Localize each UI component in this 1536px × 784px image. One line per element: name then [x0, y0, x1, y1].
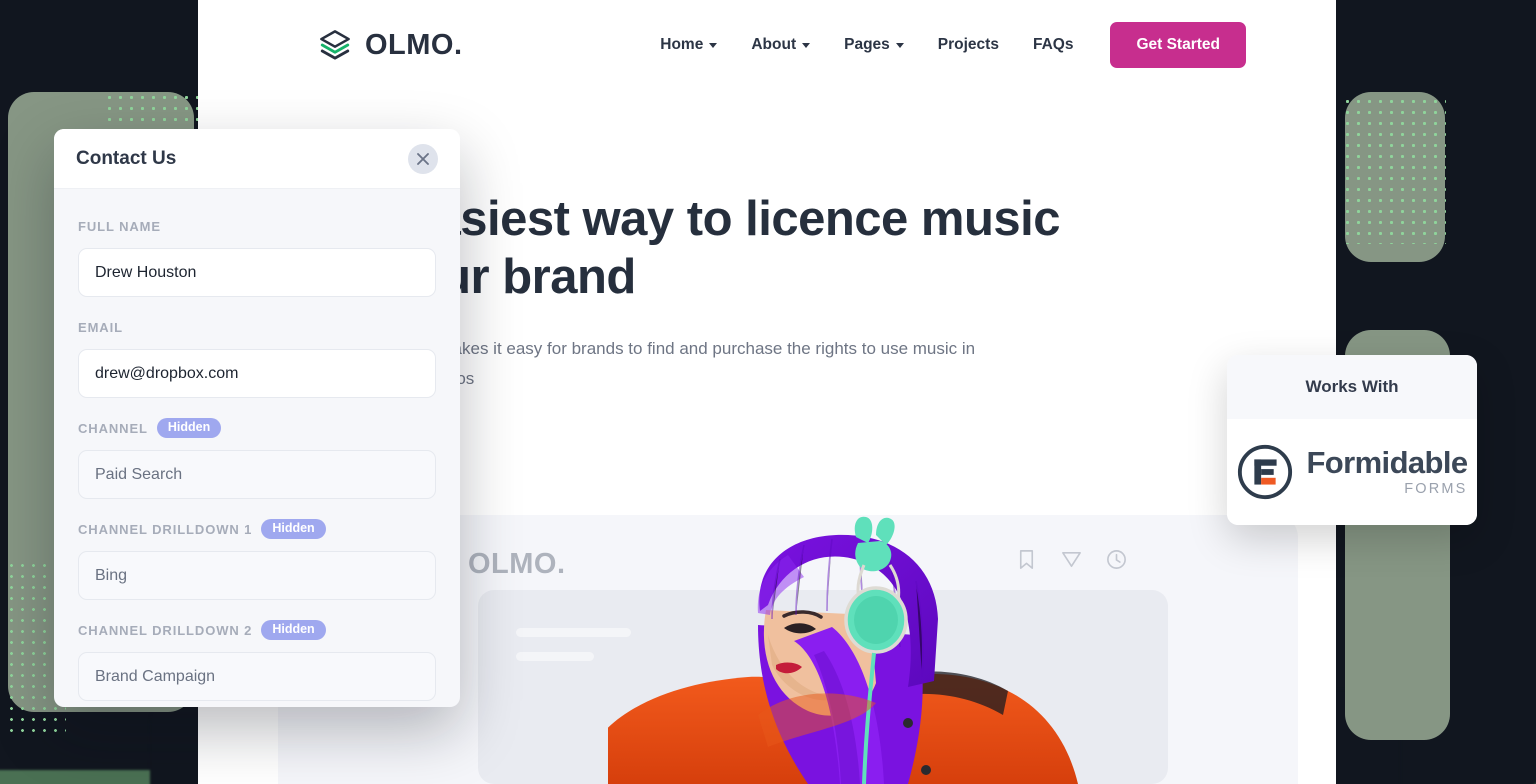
- hidden-badge: Hidden: [261, 619, 326, 641]
- field-full-name: FULL NAME: [78, 215, 436, 297]
- nav-label: FAQs: [1032, 36, 1074, 53]
- dot-pattern-top-right: [1342, 96, 1446, 244]
- nav-label: Pages: [844, 36, 890, 53]
- field-label-row: EMAIL: [78, 316, 436, 338]
- nav-label: Home: [660, 36, 704, 53]
- brand-name: OLMO.: [365, 28, 463, 61]
- formidable-wordmark: Formidable FORMS: [1306, 445, 1468, 497]
- works-with-title: Works With: [1227, 355, 1477, 419]
- formidable-f-icon: [1238, 444, 1293, 500]
- full-name-input[interactable]: [78, 248, 436, 297]
- field-channel-drilldown-1: CHANNEL DRILLDOWN 1 Hidden: [78, 518, 436, 600]
- formidable-subtitle: FORMS: [1404, 481, 1468, 497]
- email-input[interactable]: [78, 349, 436, 398]
- field-label-row: CHANNEL DRILLDOWN 1 Hidden: [78, 518, 436, 540]
- close-button[interactable]: [408, 143, 438, 174]
- nav-item-pages[interactable]: Pages: [827, 28, 921, 62]
- chevron-down-icon: [802, 42, 811, 48]
- field-label: EMAIL: [78, 319, 123, 335]
- contact-form-title: Contact Us: [76, 147, 177, 169]
- clock-icon[interactable]: [1105, 548, 1128, 571]
- layers-icon: [320, 30, 350, 60]
- skeleton-line: [516, 652, 594, 661]
- nav-item-faqs[interactable]: FAQs: [1016, 28, 1090, 62]
- hero-photo: [608, 515, 1088, 784]
- hidden-badge: Hidden: [156, 417, 222, 439]
- nav-item-projects[interactable]: Projects: [921, 28, 1016, 62]
- field-channel-drilldown-2: CHANNEL DRILLDOWN 2 Hidden: [78, 619, 436, 701]
- chevron-down-icon: [895, 42, 904, 48]
- channel-drilldown-2-input[interactable]: [78, 652, 436, 701]
- channel-drilldown-1-input[interactable]: [78, 551, 436, 600]
- brand-logo[interactable]: OLMO.: [318, 28, 463, 62]
- contact-form-body: FULL NAME EMAIL CHANNEL Hidden CHANNEL D…: [54, 189, 460, 701]
- field-channel: CHANNEL Hidden: [78, 417, 436, 499]
- chevron-down-icon: [709, 42, 718, 48]
- hidden-badge: Hidden: [261, 518, 326, 540]
- showcase-card-logo: OLMO.: [468, 548, 566, 580]
- field-label-row: CHANNEL Hidden: [78, 417, 436, 439]
- main-navigation: Home About Pages Projects FAQs Get Start…: [643, 22, 1246, 68]
- get-started-button[interactable]: Get Started: [1110, 22, 1246, 68]
- field-label: CHANNEL DRILLDOWN 1: [78, 521, 253, 537]
- site-header: OLMO. Home About Pages Projects FAQs Get…: [198, 0, 1336, 90]
- field-label-row: CHANNEL DRILLDOWN 2 Hidden: [78, 619, 436, 641]
- field-email: EMAIL: [78, 316, 436, 398]
- nav-label: Projects: [937, 36, 999, 53]
- works-with-card: Works With Formidable FORMS: [1227, 355, 1477, 525]
- formidable-name: Formidable: [1306, 445, 1468, 480]
- contact-form-header: Contact Us: [54, 129, 460, 189]
- field-label: CHANNEL: [78, 420, 148, 436]
- field-label: CHANNEL DRILLDOWN 2: [78, 622, 253, 638]
- nav-label: About: [751, 36, 797, 53]
- nav-item-home[interactable]: Home: [643, 28, 734, 62]
- works-with-body: Formidable FORMS: [1227, 419, 1477, 525]
- close-icon: [417, 152, 429, 165]
- formidable-logo: Formidable FORMS: [1236, 443, 1468, 501]
- field-label-row: FULL NAME: [78, 215, 436, 237]
- channel-input[interactable]: [78, 450, 436, 499]
- field-label: FULL NAME: [78, 218, 161, 234]
- contact-form-panel: Contact Us FULL NAME EMAIL CHANNEL Hidde…: [54, 129, 460, 707]
- nav-item-about[interactable]: About: [734, 28, 827, 62]
